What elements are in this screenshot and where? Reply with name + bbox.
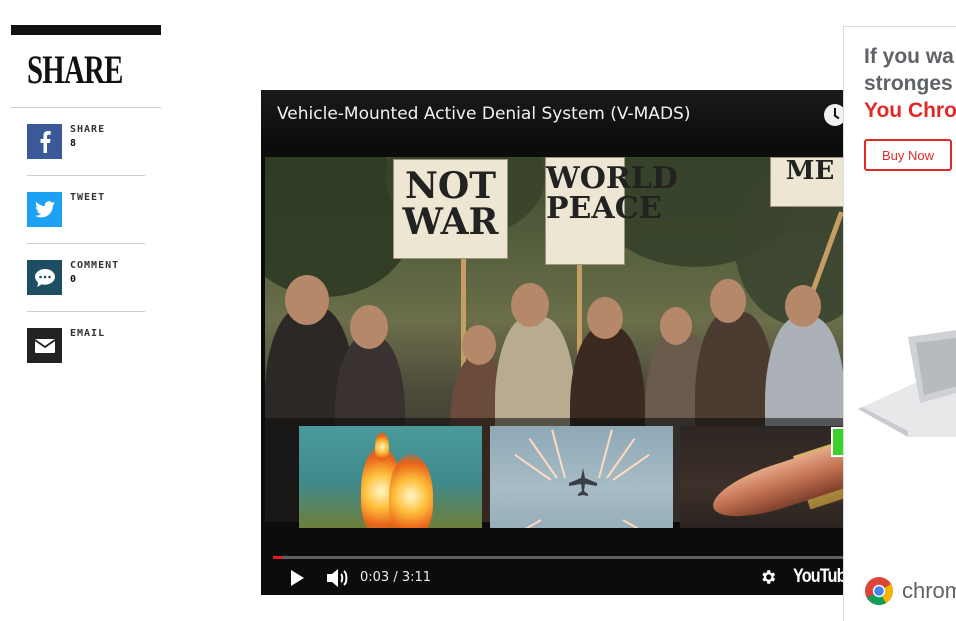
video-title[interactable]: Vehicle-Mounted Active Denial System (V-… bbox=[277, 104, 690, 124]
email-share-button[interactable]: EMAIL bbox=[27, 328, 145, 364]
time-display: 0:03 / 3:11 bbox=[360, 570, 432, 585]
comment-bubble-icon bbox=[27, 260, 62, 295]
facebook-share-button[interactable]: SHARE 8 bbox=[27, 124, 145, 160]
email-share-label: EMAIL bbox=[70, 328, 106, 339]
ad-brand-text: chrom bbox=[902, 578, 956, 603]
video-player[interactable]: Vehicle-Mounted Active Denial System (V-… bbox=[261, 90, 843, 595]
protest-sign: ME bbox=[770, 157, 843, 207]
ad-brand: chrom bbox=[864, 575, 956, 607]
ad-headline-line: You Chro bbox=[864, 99, 956, 122]
ad-headline-line: stronges bbox=[864, 72, 953, 95]
progress-bar-fill bbox=[273, 556, 282, 559]
share-separator bbox=[27, 311, 145, 312]
share-separator bbox=[27, 175, 145, 176]
related-video-thumbnail[interactable] bbox=[680, 426, 843, 528]
comment-button[interactable]: COMMENT 0 bbox=[27, 260, 145, 296]
progress-bar[interactable] bbox=[273, 556, 843, 559]
ad-headline-line: If you wa bbox=[864, 45, 954, 68]
facebook-icon bbox=[27, 124, 62, 159]
page: SHARE SHARE 8 TWEET COMMENT 0 EMAIL Vehi… bbox=[0, 0, 956, 621]
aircraft-icon bbox=[569, 468, 597, 496]
related-video-thumbnail[interactable] bbox=[490, 426, 673, 528]
twitter-tweet-label: TWEET bbox=[70, 192, 106, 203]
chromebook-ad[interactable]: If you wa stronges You Chro Buy Now chro… bbox=[843, 26, 956, 621]
facebook-share-count: 8 bbox=[70, 138, 77, 149]
badge-icon bbox=[831, 427, 843, 457]
comment-label: COMMENT bbox=[70, 260, 120, 271]
chrome-logo-icon bbox=[865, 577, 893, 605]
comment-count: 0 bbox=[70, 274, 77, 285]
play-icon[interactable] bbox=[291, 570, 304, 586]
share-separator bbox=[27, 243, 145, 244]
share-top-bar bbox=[11, 25, 161, 35]
buy-now-button[interactable]: Buy Now bbox=[864, 139, 952, 171]
facebook-share-label: SHARE bbox=[70, 124, 106, 135]
laptop-image bbox=[858, 330, 956, 437]
youtube-logo[interactable]: YouTube bbox=[793, 566, 843, 588]
twitter-bird-icon bbox=[27, 192, 62, 227]
protest-sign: NOT WAR bbox=[393, 159, 508, 259]
ad-headline: If you wa stronges You Chro bbox=[864, 43, 956, 124]
protest-sign: WORLD PEACE bbox=[545, 157, 678, 265]
share-divider bbox=[11, 107, 161, 108]
envelope-icon bbox=[27, 328, 62, 363]
related-video-thumbnail[interactable] bbox=[299, 426, 482, 528]
volume-icon[interactable] bbox=[327, 568, 349, 588]
settings-gear-icon[interactable] bbox=[759, 568, 777, 586]
share-heading: SHARE bbox=[27, 47, 123, 92]
twitter-tweet-button[interactable]: TWEET bbox=[27, 192, 145, 228]
watch-later-clock-icon[interactable] bbox=[824, 104, 843, 126]
